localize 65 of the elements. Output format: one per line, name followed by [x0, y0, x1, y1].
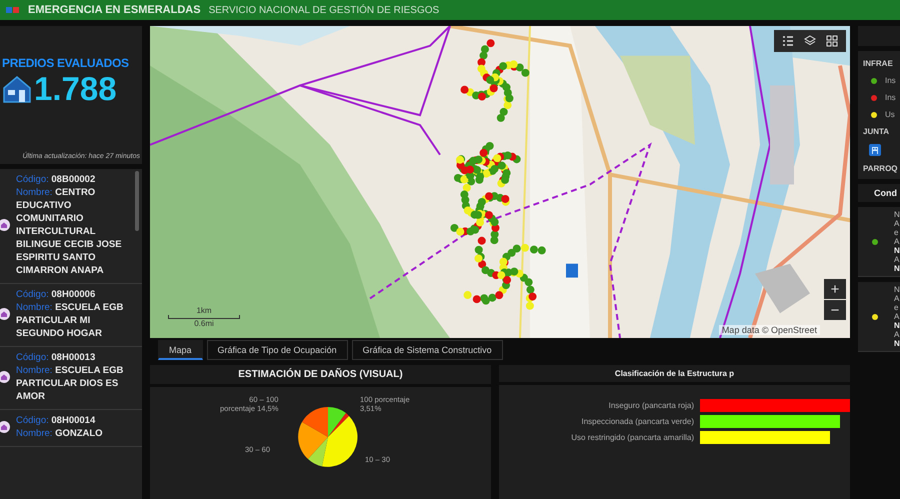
condition-item[interactable]: N A e A N A N [858, 282, 900, 352]
zoom-in-button[interactable]: + [824, 279, 846, 299]
map-view[interactable]: + − 1km 0.6mi Map data © OpenStreet [150, 26, 850, 338]
item-text: e [894, 228, 900, 237]
tab[interactable]: Gráfica de Tipo de Ocupación [206, 340, 348, 360]
item-text: e [894, 303, 900, 312]
scale-mi-label: 0.6mi [194, 319, 214, 328]
legend-label: Ins [885, 93, 896, 102]
panel-title: Clasificación de la Estructura p [499, 365, 850, 382]
section-title: PARROQ [863, 164, 899, 173]
school-name: Nombre: CENTRO EDUCATIVO COMUNITARIO INTERCULTURAL BILINGUE CECIB JOSE ESPIRITU SANTO CIMARRON ANAPA [16, 186, 123, 277]
item-text: A [894, 312, 900, 321]
school-name: Nombre: GONZALO [16, 427, 104, 440]
pie-chart-drawing [298, 407, 358, 467]
list-icon[interactable] [782, 35, 794, 47]
scale-bar [168, 315, 240, 319]
section-title: JUNTA [863, 127, 890, 136]
school-code: Código: 08H00013 [16, 351, 96, 364]
item-text: A [894, 219, 900, 228]
school-item[interactable]: Código: 08H00006 Nombre: ESCUELA EGB PARTICULAR MI SEGUNDO HOGAR [0, 284, 142, 347]
school-icon [0, 421, 10, 433]
bar-label: Inseguro (pancarta roja) [608, 401, 694, 410]
legend-label: Us [885, 110, 895, 119]
scrollbar[interactable] [135, 171, 139, 231]
item-text: N [894, 285, 900, 294]
school-code: Código: 08H00006 [16, 288, 96, 301]
map-attribution: Map data © OpenStreet [718, 325, 820, 335]
school-item[interactable]: Código: 08H00014 Nombre: GONZALO [0, 410, 142, 447]
condition-item[interactable]: N A e A N A N [858, 207, 900, 277]
item-text: N [894, 321, 900, 330]
school-code: Código: 08H00014 [16, 414, 96, 427]
panel-title: ESTIMACIÓN DE DAÑOS (VISUAL) [150, 365, 491, 384]
school-item[interactable]: Código: 08H00013 Nombre: ESCUELA EGB PARTICULAR DIOS ES AMOR [0, 347, 142, 410]
grid-icon[interactable] [826, 35, 838, 47]
scale-km-label: 1km [196, 306, 212, 315]
item-text: N [894, 264, 900, 273]
item-text: A [894, 255, 900, 264]
item-text: A [894, 294, 900, 303]
school-name: Nombre: ESCUELA EGB PARTICULAR MI SEGUNDO HOGAR [16, 301, 124, 340]
item-text: N [894, 339, 900, 348]
app-title: EMERGENCIA EN ESMERALDAS [28, 4, 201, 16]
school-name: Nombre: ESCUELA EGB PARTICULAR DIOS ES AMOR [16, 364, 124, 403]
item-text: A [894, 330, 900, 339]
layers-icon[interactable] [804, 35, 816, 47]
school-icon [0, 308, 10, 320]
tab[interactable]: Gráfica de Sistema Constructivo [352, 340, 503, 360]
zoom-out-button[interactable]: − [824, 300, 846, 320]
school-code: Código: 08B00002 [16, 173, 96, 186]
kpi-value: 1.788 [34, 70, 117, 108]
kpi-title: PREDIOS EVALUADOS [2, 56, 130, 70]
building-icon [869, 144, 881, 156]
school-icon [0, 219, 10, 231]
legend-label: Ins [885, 76, 896, 85]
item-text: N [894, 246, 900, 255]
tab[interactable]: Mapa [158, 340, 203, 360]
section-title: INFRAE [863, 59, 894, 68]
house-icon [2, 75, 32, 103]
bar-label: Uso restringido (pancarta amarilla) [570, 433, 694, 442]
bar-label: Inspeccionada (pancarta verde) [580, 417, 694, 426]
app-subtitle: SERVICIO NACIONAL DE GESTIÓN DE RIESGOS [208, 4, 440, 16]
item-text: N [894, 210, 900, 219]
logo-icon [6, 5, 20, 15]
school-icon [0, 371, 10, 383]
list-title: Cond [858, 184, 900, 202]
item-text: A [894, 237, 900, 246]
